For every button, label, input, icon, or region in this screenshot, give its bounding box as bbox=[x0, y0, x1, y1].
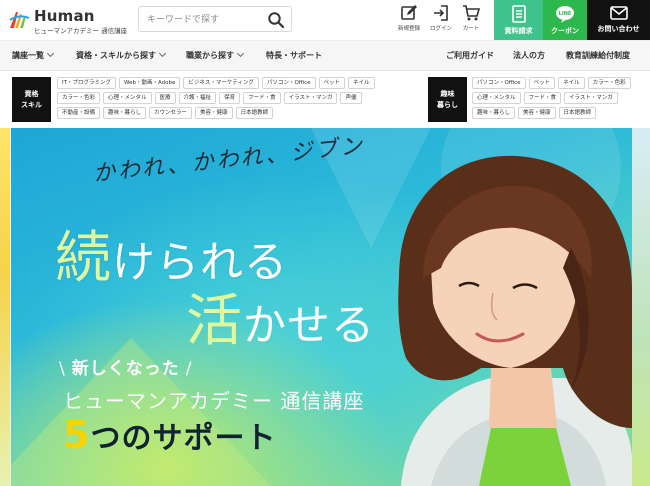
nav-search-by-skill[interactable]: 資格・スキルから探す bbox=[76, 49, 167, 61]
nav-search-by-job-label: 職業から探す bbox=[186, 51, 234, 60]
cart-button[interactable]: カート bbox=[456, 4, 486, 38]
hobby-tag-list: パソコン・Office ペット ネイル カラー・色彩心理・メンタル フード・食 イラスト・… bbox=[472, 77, 638, 119]
cart-label: カート bbox=[462, 26, 480, 32]
nav-guide[interactable]: ご利用ガイド bbox=[446, 50, 494, 61]
nav-corporate-label: 法人の方 bbox=[513, 51, 545, 60]
nav-course-list-label: 講座一覧 bbox=[12, 51, 44, 60]
qualification-category-block: 資格 スキル bbox=[12, 77, 51, 122]
nav-search-by-skill-label: 資格・スキルから探す bbox=[76, 51, 156, 60]
renewed-text: 新しくなった bbox=[71, 359, 180, 379]
brochure-label: 資料請求 bbox=[504, 27, 533, 35]
logo-title: Human bbox=[34, 7, 95, 25]
nav-corporate[interactable]: 法人の方 bbox=[513, 50, 545, 61]
hobby-category-block: 趣味 暮らし bbox=[428, 77, 467, 122]
qualifications-tag[interactable]: カウンセラー bbox=[149, 107, 193, 119]
register-label: 新規登録 bbox=[397, 26, 420, 32]
qualification-category-line1: 資格 bbox=[24, 90, 39, 98]
hobby-tag[interactable]: 日本語教師 bbox=[558, 107, 597, 119]
qualifications-tag[interactable]: IT・プログラミング bbox=[57, 77, 116, 89]
renewed-slash-left: \ bbox=[59, 359, 66, 379]
qualifications-tag[interactable]: Web・動画・Adobe bbox=[118, 77, 181, 89]
brochure-icon bbox=[511, 5, 526, 23]
search-box bbox=[138, 6, 292, 32]
chevron-down-icon bbox=[46, 49, 55, 58]
nav-training-benefit-label: 教育訓練給付制度 bbox=[566, 51, 630, 60]
hero-banner[interactable]: かわれ、かわれ、ジブン 続けられる 活かせる \ 新しくなった / ヒューマンアカデ… bbox=[11, 128, 632, 486]
site-header: Human ヒューマンアカデミー 通信講座 新規登録 ログイン カート bbox=[0, 0, 650, 40]
main-nav: 講座一覧 資格・スキルから探す 職業から探す 特長・サポート ご利用ガイド 法人… bbox=[0, 40, 650, 71]
chevron-down-icon bbox=[158, 49, 167, 58]
search-input[interactable] bbox=[147, 11, 263, 28]
qualifications-tag[interactable]: 心理・メンタル bbox=[103, 92, 152, 104]
contact-label: お問い合わせ bbox=[597, 25, 640, 33]
contact-button[interactable]: お問い合わせ bbox=[587, 0, 650, 40]
login-label: ログイン bbox=[429, 26, 452, 32]
nav-guide-label: ご利用ガイド bbox=[446, 51, 494, 60]
hobby-category-line2: 暮らし bbox=[437, 101, 458, 109]
hobby-category-line1: 趣味 bbox=[440, 90, 455, 98]
search-icon[interactable] bbox=[267, 11, 285, 29]
mail-icon bbox=[609, 6, 628, 20]
qualifications-tag[interactable]: 医療 bbox=[154, 92, 176, 104]
hero-headline-line1-big: 続 bbox=[55, 226, 112, 291]
hobby-tag[interactable]: パソコン・Office bbox=[472, 77, 526, 89]
hero-support-text: つのサポート bbox=[90, 421, 277, 456]
qualification-category-line2: スキル bbox=[21, 101, 42, 109]
qualification-tag-list: IT・プログラミング Web・動画・Adobe ビジネス・マーケティング パソコン・O… bbox=[57, 77, 402, 119]
hobby-tag[interactable]: ペット bbox=[528, 77, 556, 89]
nav-course-list[interactable]: 講座一覧 bbox=[12, 49, 55, 61]
qualifications-tag[interactable]: ビジネス・マーケティング bbox=[183, 77, 259, 89]
qualifications-tag[interactable]: フード・食 bbox=[243, 92, 281, 104]
register-button[interactable]: 新規登録 bbox=[394, 4, 424, 38]
nav-features[interactable]: 特長・サポート bbox=[266, 50, 322, 61]
qualifications-tag[interactable]: 美容・健康 bbox=[195, 107, 233, 119]
hobby-tag[interactable]: 趣味・暮らし bbox=[472, 107, 516, 119]
svg-text:LINE: LINE bbox=[559, 11, 572, 17]
category-tag-panel: 資格 スキル IT・プログラミング Web・動画・Adobe ビジネス・マーケティン… bbox=[0, 72, 650, 128]
qualifications-tag[interactable]: ネイル bbox=[348, 77, 375, 89]
qualifications-tag[interactable]: ペット bbox=[318, 77, 346, 89]
logo-subtitle: ヒューマンアカデミー 通信講座 bbox=[34, 27, 128, 35]
next-slide-peek[interactable] bbox=[632, 128, 650, 486]
nav-training-benefit[interactable]: 教育訓練給付制度 bbox=[566, 50, 630, 61]
hero-headline-line2-rest: かせる bbox=[243, 301, 375, 351]
hobby-tag[interactable]: 美容・健康 bbox=[518, 107, 556, 119]
hero-renewed-label: \ 新しくなった / bbox=[53, 354, 198, 379]
prev-slide-peek[interactable] bbox=[0, 128, 10, 486]
hero-carousel[interactable]: かわれ、かわれ、ジブン 続けられる 活かせる \ 新しくなった / ヒューマンアカデ… bbox=[0, 128, 650, 486]
hero-support-title: 5つのサポート bbox=[63, 413, 276, 457]
hero-support-number: 5 bbox=[63, 413, 91, 457]
chevron-down-icon bbox=[236, 49, 245, 58]
qualifications-tag[interactable]: 不動産・設備 bbox=[57, 107, 101, 119]
qualifications-tag[interactable]: 声優 bbox=[340, 92, 362, 104]
qualifications-tag[interactable]: 趣味・暮らし bbox=[103, 107, 147, 119]
hobby-tag[interactable]: ネイル bbox=[558, 77, 585, 89]
brochure-button[interactable]: 資料請求 bbox=[494, 0, 543, 40]
hobby-tag[interactable]: カラー・色彩 bbox=[587, 77, 631, 89]
nav-features-label: 特長・サポート bbox=[266, 51, 322, 60]
login-button[interactable]: ログイン bbox=[426, 4, 456, 38]
cart-icon bbox=[463, 5, 480, 21]
hero-headline-line2-big: 活 bbox=[186, 289, 243, 354]
logo[interactable]: Human ヒューマンアカデミー 通信講座 bbox=[8, 6, 128, 35]
hero-headline-line2: 活かせる bbox=[186, 276, 375, 357]
qualifications-tag[interactable]: イラスト・マンガ bbox=[283, 92, 338, 104]
renewed-slash-right: / bbox=[185, 359, 193, 379]
hobby-tag[interactable]: イラスト・マンガ bbox=[564, 92, 618, 104]
nav-search-by-job[interactable]: 職業から探す bbox=[186, 49, 245, 61]
login-icon bbox=[434, 5, 448, 21]
coupon-button[interactable]: LINE クーポン bbox=[543, 0, 587, 40]
qualifications-tag[interactable]: パソコン・Office bbox=[261, 77, 316, 89]
hobby-tag[interactable]: フード・食 bbox=[523, 92, 562, 104]
coupon-label: クーポン bbox=[551, 27, 579, 35]
qualifications-tag[interactable]: 介護・福祉 bbox=[178, 92, 217, 104]
qualifications-tag[interactable]: 保育 bbox=[219, 92, 241, 104]
edit-icon bbox=[401, 5, 417, 20]
qualifications-tag[interactable]: カラー・色彩 bbox=[57, 92, 101, 104]
logo-mark-icon bbox=[9, 12, 30, 28]
qualifications-tag[interactable]: 日本語教師 bbox=[235, 107, 274, 119]
hero-course-name: ヒューマンアカデミー 通信講座 bbox=[63, 389, 365, 413]
line-icon: LINE bbox=[556, 6, 574, 23]
hobby-tag[interactable]: 心理・メンタル bbox=[472, 92, 521, 104]
